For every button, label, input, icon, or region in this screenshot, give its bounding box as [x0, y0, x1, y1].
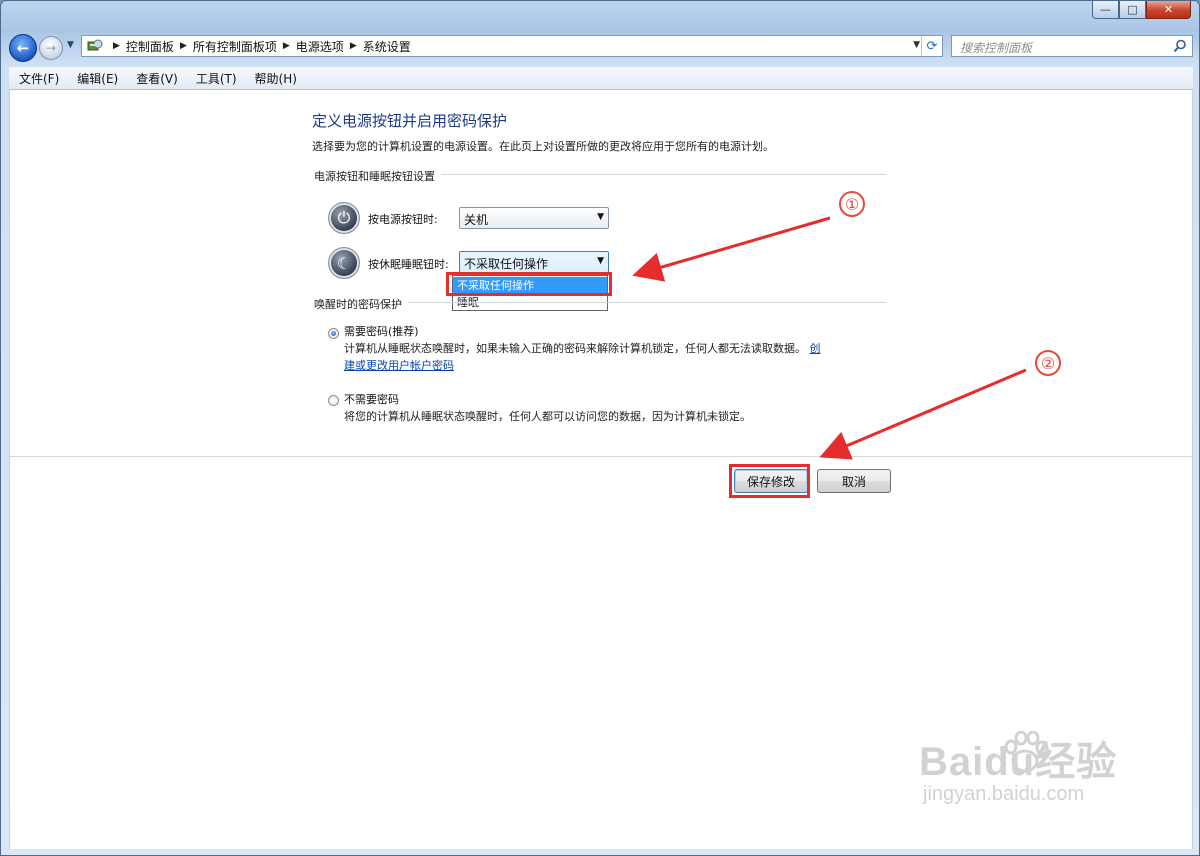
control-panel-icon	[86, 38, 104, 54]
menu-help[interactable]: 帮助(H)	[245, 70, 305, 87]
recent-pages-button[interactable]: ▼	[67, 40, 74, 50]
annotation-arrow-1	[632, 216, 831, 282]
paw-logo-icon	[1004, 731, 1049, 773]
refresh-icon[interactable]: ⟳	[921, 36, 942, 56]
back-button[interactable]: ←	[9, 34, 37, 62]
caption-buttons: — □ ✕	[1092, 1, 1191, 19]
breadcrumb-separator-icon: ▶	[113, 41, 120, 51]
minimize-button[interactable]: —	[1092, 1, 1119, 19]
window: — □ ✕ ← → ▼ ▶ 控制面板 ▶ 所有控制面板项 ▶ 电源选项 ▶ 系统…	[0, 0, 1200, 856]
navigation-bar: ← → ▼ ▶ 控制面板 ▶ 所有控制面板项 ▶ 电源选项 ▶ 系统设置 ▼ ⟳…	[9, 32, 1193, 62]
close-button[interactable]: ✕	[1146, 1, 1191, 19]
breadcrumb-separator-icon[interactable]: ▶	[350, 41, 357, 51]
maximize-button[interactable]: □	[1119, 1, 1146, 19]
annotation-arrow-2	[819, 368, 1027, 460]
breadcrumb-control-panel[interactable]: 控制面板	[126, 38, 174, 55]
arrow-left-icon: ←	[16, 39, 30, 57]
address-bar[interactable]: ▶ 控制面板 ▶ 所有控制面板项 ▶ 电源选项 ▶ 系统设置 ▼ ⟳	[81, 35, 943, 57]
forward-button[interactable]: →	[39, 36, 63, 60]
breadcrumb-system-settings[interactable]: 系统设置	[363, 38, 411, 55]
search-icon[interactable]	[1173, 39, 1187, 56]
breadcrumb-all-items[interactable]: 所有控制面板项	[193, 38, 277, 55]
breadcrumb-separator-icon[interactable]: ▶	[180, 41, 187, 51]
chevron-down-icon: ▼	[67, 40, 74, 50]
arrow-right-icon: →	[45, 41, 57, 55]
search-placeholder: 搜索控制面板	[960, 41, 1033, 55]
menu-view[interactable]: 查看(V)	[126, 70, 186, 87]
breadcrumb-separator-icon[interactable]: ▶	[283, 41, 290, 51]
menu-tools[interactable]: 工具(T)	[186, 70, 245, 87]
menu-file[interactable]: 文件(F)	[9, 70, 67, 87]
menu-bar: 文件(F) 编辑(E) 查看(V) 工具(T) 帮助(H)	[9, 67, 1193, 90]
menu-edit[interactable]: 编辑(E)	[67, 70, 126, 87]
search-input[interactable]: 搜索控制面板	[951, 35, 1193, 57]
breadcrumb-power-options[interactable]: 电源选项	[296, 38, 344, 55]
address-dropdown-icon[interactable]: ▼	[913, 40, 920, 50]
